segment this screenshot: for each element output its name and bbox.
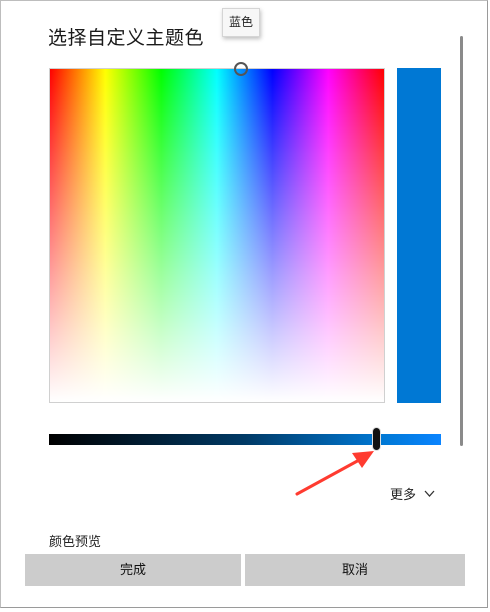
spectrum-selector-handle[interactable] (234, 62, 248, 76)
more-options-button[interactable]: 更多 (390, 483, 435, 503)
more-options-label: 更多 (390, 487, 417, 503)
cancel-button[interactable]: 取消 (245, 554, 465, 586)
brightness-slider-track[interactable] (49, 434, 441, 445)
color-spectrum[interactable] (49, 68, 385, 403)
color-picker-dialog: 选择自定义主题色 蓝色 更多 颜色预览 完成 取消 (0, 0, 488, 608)
done-button[interactable]: 完成 (25, 554, 241, 586)
color-preview-label: 颜色预览 (49, 535, 102, 550)
selected-color-swatch (397, 68, 441, 403)
chevron-down-icon (424, 490, 435, 497)
vertical-scrollbar[interactable] (460, 36, 463, 446)
color-name-tooltip: 蓝色 (222, 8, 260, 37)
brightness-slider-thumb[interactable] (372, 427, 381, 451)
dialog-title: 选择自定义主题色 (48, 27, 205, 49)
